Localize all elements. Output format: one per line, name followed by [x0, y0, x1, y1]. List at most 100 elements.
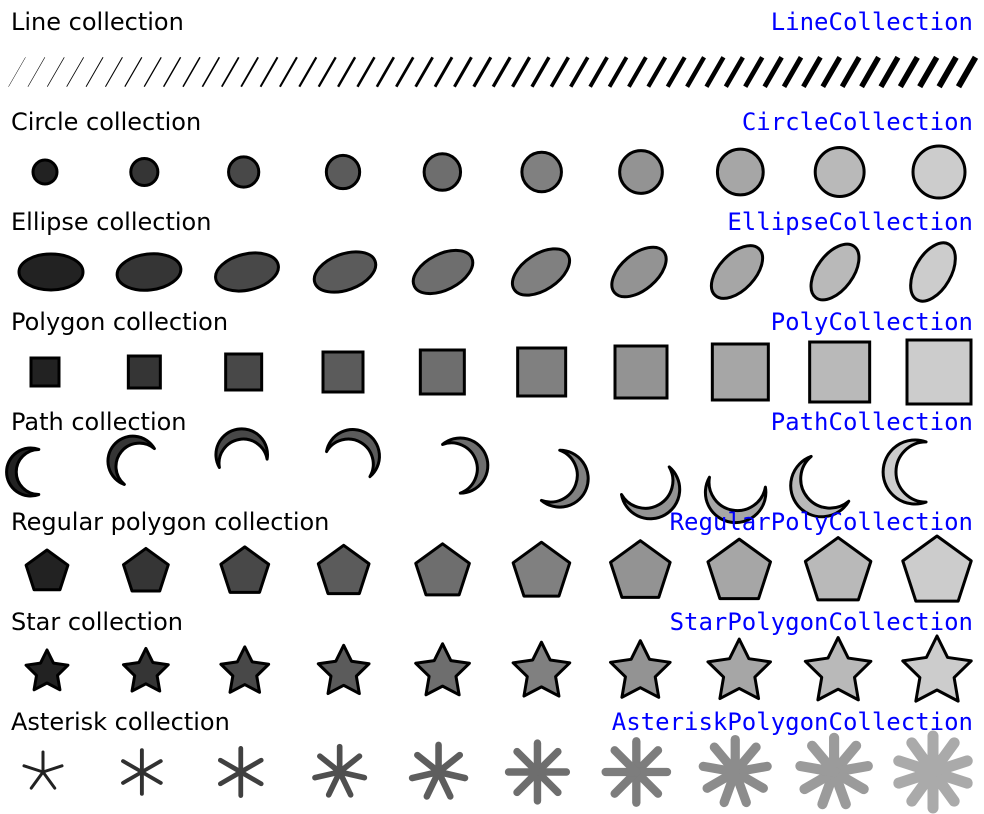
line-glyph [610, 57, 627, 86]
row-class-star: StarPolygonCollection [670, 608, 973, 636]
line-glyph [842, 57, 859, 86]
star-glyph [708, 639, 771, 698]
row-title-circle: Circle collection [11, 108, 201, 136]
square-glyph [615, 346, 667, 398]
line-glyph [571, 57, 588, 86]
line-glyph [959, 57, 976, 86]
pentagon-glyph [221, 547, 269, 592]
line-glyph [823, 57, 840, 86]
circle-glyph [913, 146, 965, 198]
square-glyph [323, 352, 363, 392]
row-title-path: Path collection [11, 408, 187, 436]
row-class-polygon: PolyCollection [771, 308, 973, 336]
star-glyph [123, 648, 168, 691]
line-glyph [803, 57, 820, 86]
ellipse-glyph [702, 236, 772, 307]
row-title-ellipse: Ellipse collection [11, 208, 211, 236]
row-graphics-star [11, 638, 973, 706]
line-glyph [67, 57, 84, 86]
line-glyph [280, 57, 297, 86]
row-graphics-polygon [11, 338, 973, 406]
line-glyph [86, 57, 103, 86]
line-glyph [706, 57, 723, 86]
square-glyph [31, 358, 59, 386]
circle-glyph [131, 158, 158, 185]
line-glyph [28, 57, 45, 86]
pentagon-glyph [513, 542, 570, 596]
ellipse-glyph [212, 247, 283, 297]
square-glyph [712, 344, 768, 400]
row-title-line: Line collection [11, 8, 184, 36]
star-glyph [26, 650, 68, 690]
line-glyph [183, 57, 200, 86]
line-glyph [862, 57, 879, 86]
circle-glyph [33, 160, 57, 184]
row-class-path: PathCollection [771, 408, 973, 436]
ellipse-glyph [115, 250, 183, 293]
star-glyph [318, 645, 369, 693]
square-glyph [907, 340, 971, 404]
pentagon-glyph [26, 550, 68, 590]
row-class-asterisk: AsteriskPolygonCollection [612, 708, 973, 736]
pentagon-glyph [903, 536, 971, 601]
asterisk-glyph [220, 748, 261, 795]
line-glyph [765, 57, 782, 86]
asterisk-glyph [509, 743, 567, 801]
row-graphics-path [11, 438, 973, 506]
line-glyph [357, 57, 374, 86]
asterisk-glyph [412, 745, 465, 797]
row-title-star: Star collection [11, 608, 183, 636]
row-class-line: LineCollection [771, 8, 973, 36]
row-graphics-ellipse [11, 238, 973, 306]
ellipse-glyph [309, 244, 381, 300]
line-glyph [164, 57, 181, 86]
line-glyph [105, 57, 122, 86]
line-glyph [144, 57, 161, 86]
line-glyph [9, 57, 26, 86]
line-glyph [920, 57, 937, 86]
line-glyph [881, 57, 898, 86]
star-glyph [416, 644, 470, 695]
star-glyph [221, 647, 269, 692]
square-glyph [810, 342, 870, 402]
row-title-polygon: Polygon collection [11, 308, 228, 336]
line-glyph [532, 57, 549, 86]
circle-glyph [717, 149, 763, 195]
pentagon-glyph [611, 541, 671, 598]
line-glyph [299, 57, 316, 86]
line-glyph [416, 57, 433, 86]
line-glyph [241, 57, 258, 86]
square-glyph [128, 356, 160, 388]
asterisk-glyph [315, 747, 364, 795]
circle-glyph [229, 157, 259, 187]
line-glyph [513, 57, 530, 86]
asterisk-glyph [123, 750, 161, 794]
circle-glyph [620, 151, 663, 194]
line-glyph [784, 57, 801, 86]
star-glyph [611, 641, 671, 698]
circle-glyph [424, 154, 460, 190]
crescent-glyph [442, 430, 496, 494]
line-glyph [726, 57, 743, 86]
asterisk-glyph [800, 738, 867, 804]
ellipse-glyph [603, 238, 675, 307]
line-glyph [668, 57, 685, 86]
line-glyph [474, 57, 491, 86]
ellipse-glyph [504, 239, 577, 304]
row-graphics-asterisk [11, 738, 973, 806]
row-graphics-regpoly [11, 538, 973, 606]
line-glyph [939, 57, 956, 86]
line-glyph [125, 57, 142, 86]
pentagon-glyph [416, 544, 470, 595]
pentagon-glyph [708, 539, 771, 598]
circle-glyph [522, 152, 562, 192]
line-glyph [687, 57, 704, 86]
ellipse-glyph [19, 254, 83, 290]
line-glyph [900, 57, 917, 86]
line-glyph [745, 57, 762, 86]
star-glyph [513, 642, 570, 696]
row-title-regpoly: Regular polygon collection [11, 508, 329, 536]
circle-glyph [326, 155, 359, 188]
row-class-ellipse: EllipseCollection [727, 208, 973, 236]
crescent-glyph [7, 448, 39, 496]
